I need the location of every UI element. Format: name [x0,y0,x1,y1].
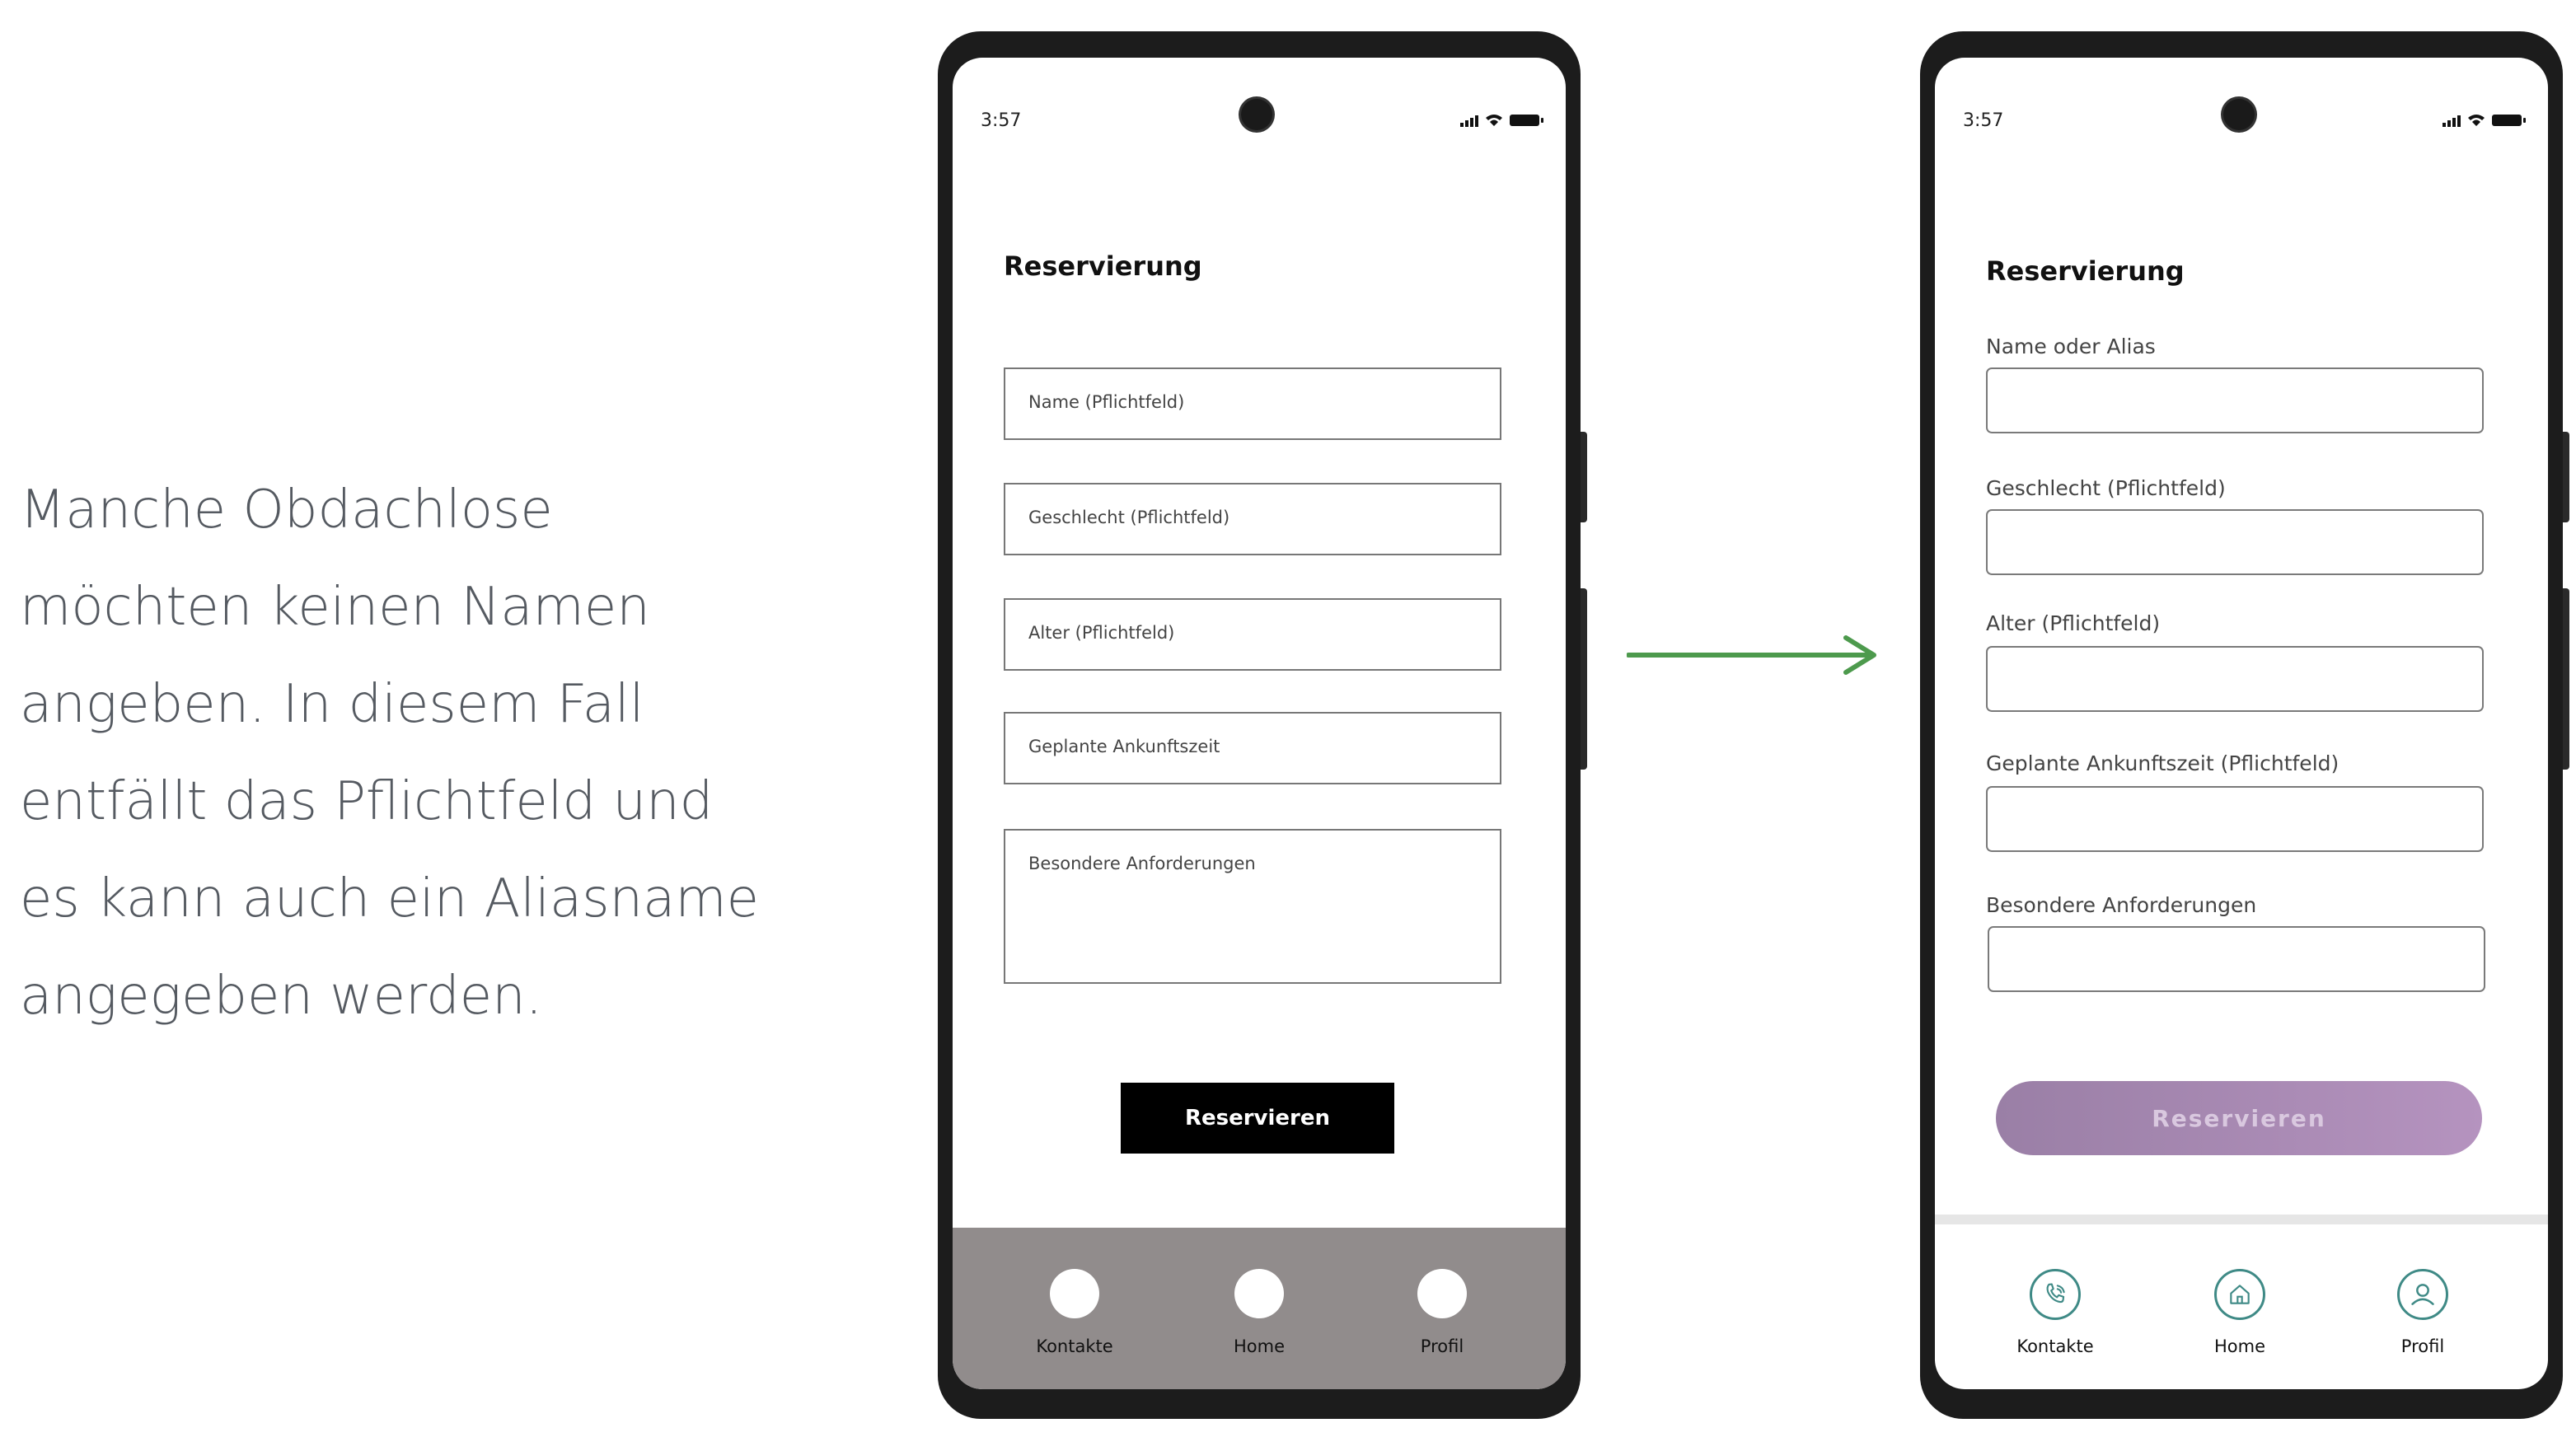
status-icons [2443,114,2526,127]
volume-button [1581,588,1587,770]
age-label: Alter (Pflichtfeld) [1986,611,2161,635]
user-icon [2397,1269,2448,1320]
name-alias-input[interactable] [1986,367,2484,433]
reserve-button[interactable]: Reservieren [1121,1083,1394,1154]
status-time: 3:57 [1963,110,2004,131]
screen-after: 3:57 Reservierung Name oder Alias Geschl… [1935,58,2548,1389]
nav-item-profil[interactable]: Profil [2357,1236,2489,1356]
phone-before: 3:57 Reservierung Name (Pflichtfeld) Ges… [938,31,1587,1419]
battery-icon [2492,115,2526,126]
page-title: Reservierung [1986,255,2185,287]
phone-icon [2030,1269,2081,1320]
phone-after: 3:57 Reservierung Name oder Alias Geschl… [1920,31,2569,1419]
signal-icon [2443,114,2461,127]
nav-item-kontakte[interactable]: Kontakte [1009,1228,1140,1356]
nav-label: Profil [1420,1336,1464,1356]
screen-before: 3:57 Reservierung Name (Pflichtfeld) Ges… [953,58,1566,1389]
special-requests-input[interactable] [1988,926,2485,992]
camera-icon [1241,99,1272,130]
wifi-icon [1486,115,1502,126]
nav-item-home[interactable]: Home [2174,1236,2306,1356]
nav-circle-icon [1417,1269,1467,1318]
caption-line: entfällt das Pflichtfeld und [20,771,714,832]
nav-divider [1935,1215,2548,1224]
nav-item-home[interactable]: Home [1193,1228,1325,1356]
age-field[interactable]: Alter (Pflichtfeld) [1004,598,1501,671]
wifi-icon [2468,115,2485,126]
arrival-time-input[interactable] [1986,786,2484,852]
explanation-caption: Manche Obdachlose möchten keinen Namen a… [20,461,761,1045]
nav-label: Home [2213,1336,2265,1356]
caption-line: es kann auch ein Aliasname [20,868,760,929]
caption-line: angeben. In diesem Fall [20,674,644,735]
nav-label: Profil [2400,1336,2445,1356]
gender-field[interactable]: Geschlecht (Pflichtfeld) [1004,483,1501,555]
page-title: Reservierung [1004,250,1202,282]
home-icon [2214,1269,2265,1320]
arrival-time-field[interactable]: Geplante Ankunftszeit [1004,712,1501,784]
nav-circle-icon [1050,1269,1099,1318]
special-requests-label: Besondere Anforderungen [1986,893,2257,917]
special-requests-field[interactable]: Besondere Anforderungen [1004,829,1501,984]
caption-line: angegeben werden. [20,966,543,1027]
caption-line: möchten keinen Namen [20,577,650,638]
reserve-button[interactable]: Reservieren [1996,1081,2482,1155]
status-icons [1460,114,1543,127]
gender-input[interactable] [1986,509,2484,575]
gender-label: Geschlecht (Pflichtfeld) [1986,476,2226,500]
nav-circle-icon [1234,1269,1284,1318]
nav-item-kontakte[interactable]: Kontakte [1989,1236,2121,1356]
power-button [2563,432,2569,522]
nav-label: Kontakte [1036,1336,1113,1356]
arrival-time-label: Geplante Ankunftszeit (Pflichtfeld) [1986,751,2339,775]
nav-item-profil[interactable]: Profil [1376,1228,1508,1356]
name-field[interactable]: Name (Pflichtfeld) [1004,367,1501,440]
nav-label: Kontakte [2016,1336,2094,1356]
caption-line: Manche Obdachlose [20,480,553,541]
signal-icon [1460,114,1478,127]
bottom-nav: Kontakte Home Profil [953,1228,1566,1389]
status-time: 3:57 [981,110,1022,131]
nav-label: Home [1233,1336,1285,1356]
arrow-right-icon [1627,635,1876,675]
power-button [1581,432,1587,522]
battery-icon [1510,115,1543,126]
age-input[interactable] [1986,646,2484,712]
camera-icon [2223,99,2255,130]
volume-button [2563,588,2569,770]
name-alias-label: Name oder Alias [1986,335,2156,358]
